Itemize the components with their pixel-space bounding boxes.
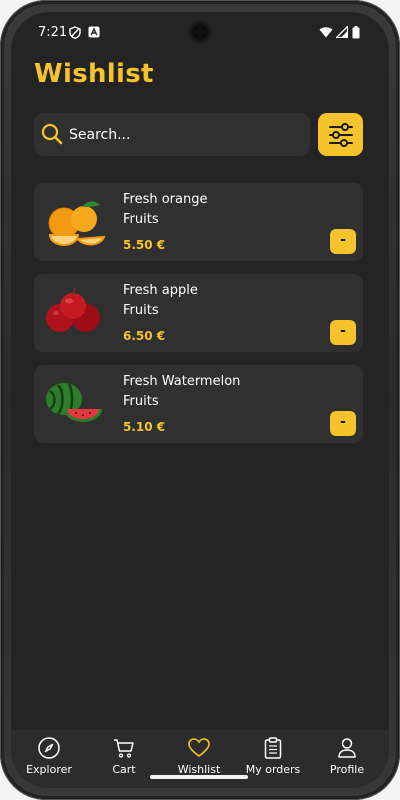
wishlist-list: Fresh orange Fruits 5.50 € - Fresh apple… — [34, 183, 363, 456]
compass-icon — [38, 737, 60, 759]
wishlist-item[interactable]: Fresh orange Fruits 5.50 € - — [34, 183, 363, 261]
nav-cart[interactable]: Cart — [86, 736, 162, 776]
item-name: Fresh orange — [123, 192, 208, 207]
nav-my-orders[interactable]: My orders — [235, 736, 311, 776]
status-bar: 7:21 — [11, 12, 389, 52]
item-category: Fruits — [123, 394, 159, 409]
apple-icon — [46, 287, 100, 332]
item-price: 5.10 € — [123, 420, 166, 434]
nav-label: Explorer — [26, 763, 72, 776]
item-name: Fresh Watermelon — [123, 374, 241, 389]
home-indicator[interactable] — [150, 775, 248, 779]
wishlist-item[interactable]: Fresh Watermelon Fruits 5.10 € - — [34, 365, 363, 443]
remove-from-wishlist-button[interactable]: - — [330, 229, 356, 254]
app-screen: 7:21 Wishlist Search... Fresh orange Fru… — [11, 12, 389, 788]
item-category: Fruits — [123, 303, 159, 318]
nav-label: My orders — [245, 763, 301, 776]
remove-from-wishlist-button[interactable]: - — [330, 411, 356, 436]
sliders-icon — [329, 123, 353, 147]
front-camera — [189, 21, 211, 43]
filter-button[interactable] — [318, 113, 363, 156]
orange-icon — [48, 201, 106, 246]
item-price: 6.50 € — [123, 329, 166, 343]
signal-icon — [336, 26, 348, 38]
nav-explorer[interactable]: Explorer — [11, 736, 87, 776]
item-name: Fresh apple — [123, 283, 198, 298]
status-time: 7:21 — [38, 25, 68, 40]
user-icon — [338, 738, 356, 758]
notification-a-icon — [88, 26, 100, 38]
search-input[interactable] — [69, 113, 299, 156]
page-title: Wishlist — [34, 59, 154, 89]
search-icon — [41, 123, 63, 145]
shield-icon — [69, 26, 81, 39]
heart-icon — [188, 738, 210, 757]
bottom-navigation: Explorer Cart Wishlist My orders Profile — [11, 730, 389, 788]
wifi-icon — [319, 27, 333, 38]
nav-label: Cart — [112, 763, 136, 776]
wishlist-item[interactable]: Fresh apple Fruits 6.50 € - — [34, 274, 363, 352]
cart-icon — [114, 739, 134, 758]
watermelon-icon — [46, 383, 102, 422]
remove-from-wishlist-button[interactable]: - — [330, 320, 356, 345]
nav-label: Profile — [329, 763, 365, 776]
nav-profile[interactable]: Profile — [309, 736, 385, 776]
phone-frame: 7:21 Wishlist Search... Fresh orange Fru… — [0, 0, 400, 800]
item-category: Fruits — [123, 212, 159, 227]
nav-wishlist[interactable]: Wishlist — [161, 736, 237, 776]
item-price: 5.50 € — [123, 238, 166, 252]
clipboard-icon — [264, 737, 282, 759]
search-bar[interactable] — [34, 113, 310, 156]
battery-icon — [352, 26, 360, 39]
